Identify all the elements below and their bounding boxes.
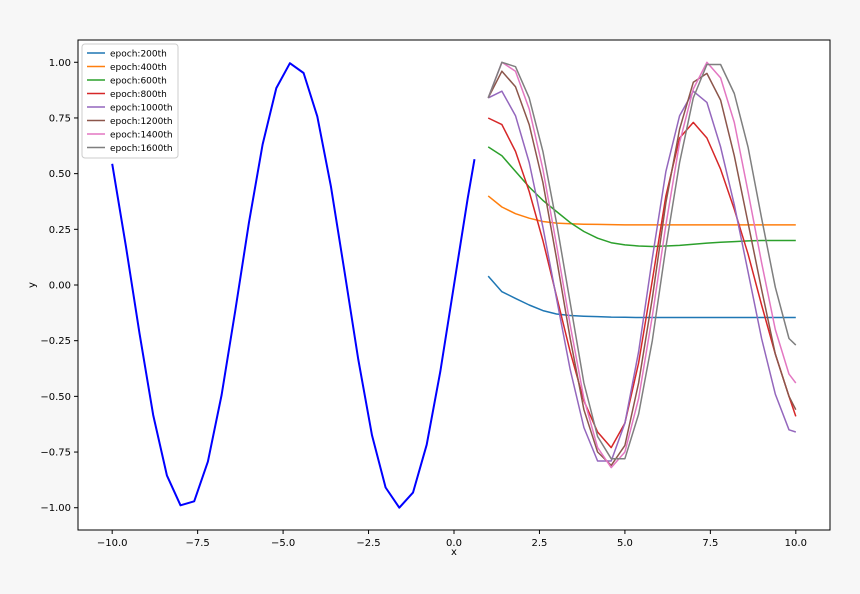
y-tick-label: −0.75: [40, 448, 71, 459]
legend-label: epoch:1000th: [110, 104, 173, 114]
legend-label: epoch:1600th: [110, 144, 173, 154]
x-axis-label: x: [451, 547, 457, 558]
x-tick-label: 5.0: [617, 538, 633, 549]
legend-label: epoch:200th: [110, 50, 167, 60]
y-tick-label: 0.50: [49, 169, 71, 180]
x-tick-label: −2.5: [356, 538, 380, 549]
legend-label: epoch:400th: [110, 63, 167, 73]
line-chart: −10.0 −7.5 −5.0 −2.5 0.0 2.5 5.0 7.5 10.0 1.000.…: [0, 0, 860, 594]
x-tick-label: 7.5: [702, 538, 718, 549]
legend-label: epoch:800th: [110, 90, 167, 100]
x-tick-label: −5.0: [271, 538, 295, 549]
y-tick-label: 1.00: [49, 58, 71, 69]
y-tick-label: −0.25: [40, 336, 71, 347]
y-tick-label: −1.00: [40, 503, 71, 514]
legend-label: epoch:1200th: [110, 117, 173, 127]
y-tick-label: −0.50: [40, 392, 71, 403]
legend-label: epoch:1400th: [110, 131, 173, 141]
x-tick-label: 10.0: [785, 538, 807, 549]
y-tick-label: 0.75: [49, 113, 71, 124]
x-tick-label: 2.5: [532, 538, 548, 549]
y-tick-label: 0.00: [49, 281, 71, 292]
x-tick-label: −7.5: [185, 538, 209, 549]
legend-label: epoch:600th: [110, 77, 167, 87]
legend-box: [81, 43, 179, 159]
x-tick-label: −10.0: [97, 538, 128, 549]
y-tick-label: 0.25: [49, 225, 71, 236]
y-axis-label: y: [27, 282, 38, 288]
legend: epoch:200th epoch:400th epoch:600th epoch:8…: [81, 43, 179, 159]
